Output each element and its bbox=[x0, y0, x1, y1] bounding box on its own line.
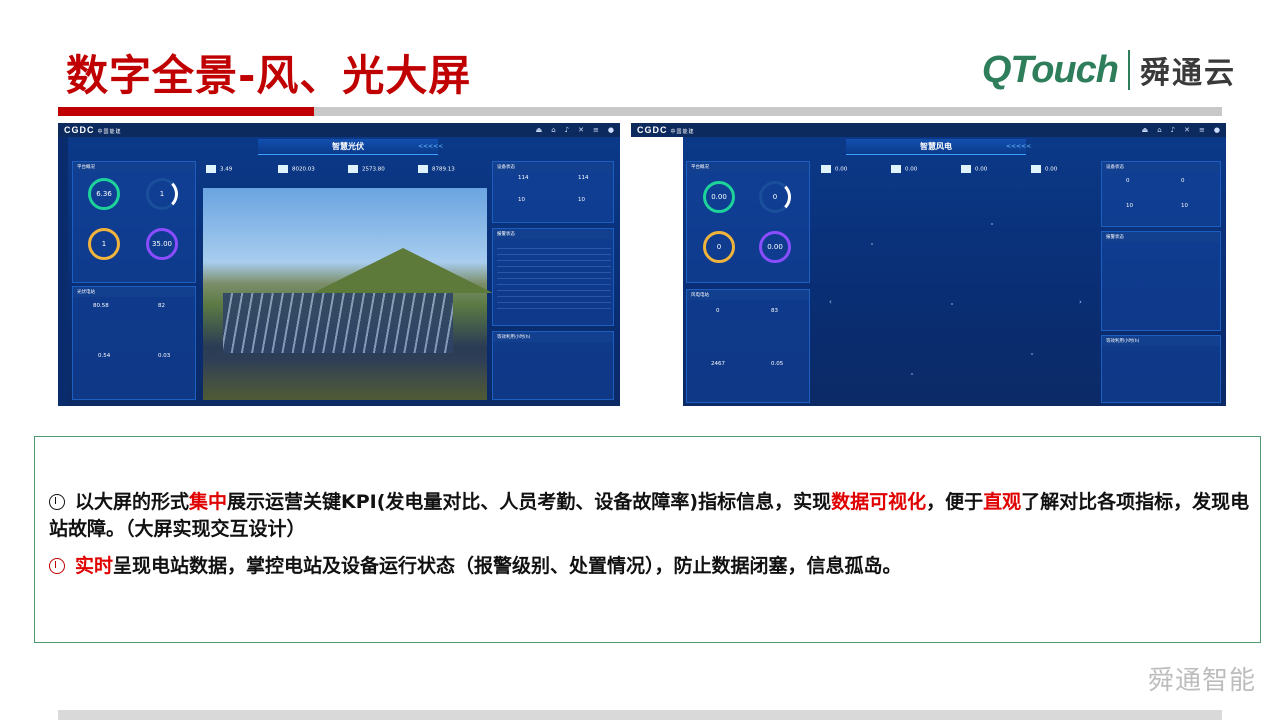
wind-alarm-panel: 报警状态 bbox=[1101, 231, 1221, 331]
menu-icon: ≡ bbox=[1199, 126, 1205, 134]
exit-icon: ⏏ bbox=[535, 126, 543, 134]
carousel-next-icon[interactable]: › bbox=[1079, 298, 1082, 306]
logo-brand: QTouch bbox=[981, 48, 1119, 91]
home-icon: ⌂ bbox=[551, 126, 556, 134]
highlight-text: 实时 bbox=[75, 555, 114, 577]
solar-alarm-panel: 报警状态 bbox=[492, 228, 614, 326]
solar-overview-panel: 平台概况 bbox=[72, 161, 196, 283]
home-icon: ⌂ bbox=[1157, 126, 1162, 134]
brand-logo: QTouch 舜通云 bbox=[982, 48, 1236, 92]
exit-icon: ⏏ bbox=[1141, 126, 1149, 134]
solar-ring-3: 1 bbox=[88, 228, 120, 260]
wind-dashboard-screenshot: CGDC中国能建 ⏏⌂♪✕≡● >>>>> 智慧风电 <<<<< 平台概况 0.… bbox=[631, 123, 1226, 406]
avatar-icon: ● bbox=[1213, 126, 1220, 134]
solar-title: 智慧光伏 bbox=[258, 139, 438, 155]
cgdc-logo: CGDC 中国能建 bbox=[637, 125, 695, 135]
footer-brand: 舜通智能 bbox=[1147, 666, 1256, 696]
bullet-text: 呈现电站数据，掌控电站及设备运行状态（报警级别、处置情况），防止数据闭塞，信息孤… bbox=[113, 555, 902, 577]
logo-separator bbox=[1128, 50, 1130, 90]
solar-dashboard-screenshot: CGDC中国能建 ⏏⌂♪✕≡● >>>>> 智慧光伏 <<<<< 平台概况 6.… bbox=[58, 123, 620, 406]
expand-icon: ✕ bbox=[578, 126, 585, 134]
solar-hours-panel: 等效利用小时(h) bbox=[492, 331, 614, 400]
solar-ring-2: 1 bbox=[146, 178, 178, 210]
bullet-text: ，便于 bbox=[926, 491, 984, 513]
carousel-prev-icon[interactable]: ‹ bbox=[829, 298, 832, 306]
header-divider bbox=[58, 107, 1222, 116]
bullet-text: 展示运营关键KPI(发电量对比、人员考勤、设备故障率)指标信息，实现 bbox=[227, 491, 832, 513]
logo-cn: 舜通云 bbox=[1140, 56, 1236, 91]
solar-ring-1: 6.36 bbox=[88, 178, 120, 210]
solar-ring-4: 35.00 bbox=[146, 228, 178, 260]
cgdc-logo: CGDC 中国能建 bbox=[64, 125, 122, 135]
wind-title: 智慧风电 bbox=[846, 139, 1026, 155]
page-title: 数字全景-风、光大屏 bbox=[66, 51, 472, 100]
dashboard-sidebar bbox=[58, 137, 68, 406]
highlight-text: 直观 bbox=[983, 491, 1022, 513]
wind-device-panel: 设备状态 bbox=[1101, 161, 1221, 227]
expand-icon: ✕ bbox=[1184, 126, 1191, 134]
bullet-1: 以大屏的形式集中展示运营关键KPI(发电量对比、人员考勤、设备故障率)指标信息，… bbox=[49, 489, 1254, 543]
highlight-text: 集中 bbox=[189, 491, 228, 513]
wind-generation-panel: 风电电站 bbox=[686, 289, 810, 403]
dashboard-topbar: CGDC 中国能建 ⏏ ⌂ ♪ ✕ ≡ ● bbox=[631, 123, 1226, 137]
bullet-2: 实时呈现电站数据，掌控电站及设备运行状态（报警级别、处置情况），防止数据闭塞，信… bbox=[49, 553, 1254, 580]
footer-divider bbox=[58, 710, 1222, 720]
bullet-icon bbox=[49, 558, 65, 574]
bell-icon: ♪ bbox=[564, 126, 570, 134]
bullet-text: 以大屏的形式 bbox=[75, 491, 190, 513]
highlight-text: 数据可视化 bbox=[831, 491, 927, 513]
description-box: 以大屏的形式集中展示运营关键KPI(发电量对比、人员考勤、设备故障率)指标信息，… bbox=[34, 436, 1261, 643]
topbar-icons: ⏏ ⌂ ♪ ✕ ≡ ● bbox=[1142, 126, 1220, 134]
wind-overview-panel: 平台概况 bbox=[686, 161, 810, 283]
avatar-icon: ● bbox=[607, 126, 614, 134]
solar-device-panel: 设备状态 bbox=[492, 161, 614, 223]
wind-hours-panel: 等效利用小时(h) bbox=[1101, 335, 1221, 403]
dashboard-topbar: CGDC 中国能建 ⏏ ⌂ ♪ ✕ ≡ ● bbox=[58, 123, 620, 137]
topbar-icons: ⏏ ⌂ ♪ ✕ ≡ ● bbox=[536, 126, 614, 134]
solar-farm-photo bbox=[203, 188, 493, 400]
bullet-icon bbox=[49, 494, 65, 510]
dashboard-menu bbox=[631, 137, 683, 406]
menu-icon: ≡ bbox=[593, 126, 599, 134]
solar-generation-panel: 光伏电站 bbox=[72, 286, 196, 400]
slide: 数字全景-风、光大屏 QTouch 舜通云 CGDC中国能建 ⏏⌂♪✕≡● >>… bbox=[0, 0, 1280, 720]
bell-icon: ♪ bbox=[1170, 126, 1176, 134]
